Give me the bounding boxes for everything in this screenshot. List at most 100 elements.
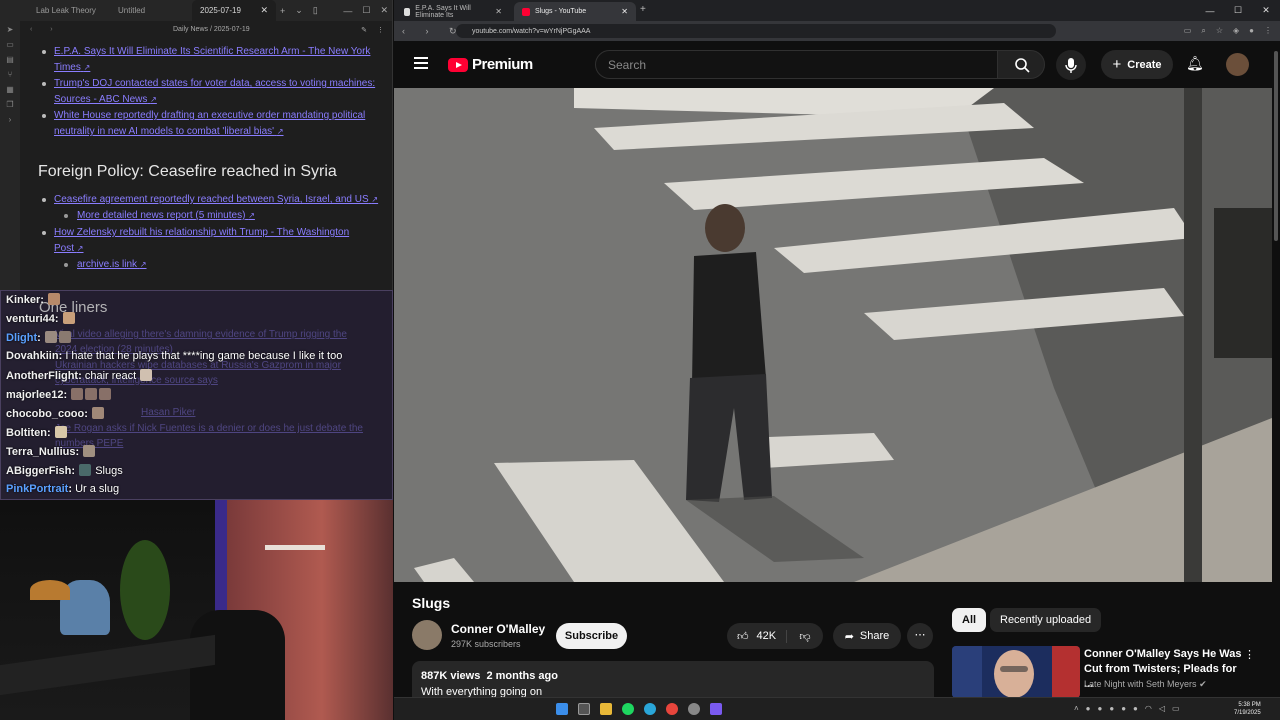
battery-icon[interactable]: ▭ [1172, 704, 1180, 713]
browser-tab-youtube[interactable]: Slugs - YouTube ✕ [514, 2, 636, 21]
notifications-bell-icon[interactable]: 🔔︎ [1186, 55, 1204, 72]
address-bar[interactable]: youtube.com/watch?v=wYrNjPGgAAA [456, 24, 1056, 38]
link-epa[interactable]: E.P.A. Says It Will Eliminate Its Scient… [54, 44, 384, 60]
note-header: ‹ › Daily News / 2025-07-19 ✎ ⋮ [20, 21, 392, 38]
tray-app-icon[interactable]: ● [1098, 704, 1103, 713]
close-window-icon[interactable]: ✕ [380, 5, 388, 16]
chat-message: majorlee12: [6, 388, 112, 401]
related-video-channel[interactable]: Late Night with Seth Meyers ✔ [1084, 679, 1207, 690]
more-actions-button[interactable]: ⋯ [907, 623, 933, 649]
link-doj[interactable]: Trump's DOJ contacted states for voter d… [54, 76, 384, 92]
profile-icon[interactable]: ● [1249, 26, 1254, 36]
chrome-icon[interactable] [666, 703, 678, 715]
zoom-icon[interactable]: ⌕ [1201, 26, 1205, 36]
new-tab-icon[interactable]: + [640, 4, 646, 15]
extensions-icon[interactable]: ◈ [1233, 26, 1239, 36]
tab-controls: + ⌄ ▯ [280, 0, 318, 21]
start-icon[interactable] [556, 703, 568, 715]
youtube-premium-logo[interactable]: Premium [448, 56, 533, 73]
menu-icon[interactable]: ⋮ [1264, 26, 1272, 36]
close-icon[interactable]: ✕ [621, 7, 628, 16]
copy-icon[interactable]: ❐ [6, 100, 13, 109]
sidebar-toggle-icon[interactable]: ▯ [313, 5, 318, 16]
extension-icons: ▭ ⌕ ☆ ◈ ● ⋮ [1184, 26, 1272, 36]
tab-2025-07-19[interactable]: 2025-07-19 ✕ [192, 0, 276, 21]
create-button[interactable]: + Create [1101, 50, 1173, 79]
channel-avatar[interactable] [412, 620, 442, 650]
like-button[interactable]: 👍︎ 42K [727, 629, 787, 643]
pages-icon[interactable]: ▤ [6, 55, 14, 64]
link-epa-cont[interactable]: Times ↗ [54, 60, 384, 76]
wifi-icon[interactable]: ◠ [1145, 704, 1152, 713]
link-doj-cont[interactable]: Sources - ABC News ↗ [54, 92, 384, 108]
file-icon[interactable]: ▭ [6, 40, 14, 49]
edit-icon[interactable]: ✎ [361, 26, 367, 34]
minimize-icon[interactable]: — [343, 6, 352, 16]
tab-label: Lab Leak Theory [36, 6, 96, 15]
chat-message: Dovahkiin: I hate that he plays that ***… [6, 350, 343, 362]
volume-icon[interactable]: ◁ [1159, 704, 1165, 713]
share-button[interactable]: ➦ Share [833, 623, 901, 649]
emote-icon [91, 407, 104, 419]
more-options-icon[interactable]: ⋮ [377, 26, 384, 34]
link-ceasefire[interactable]: Ceasefire agreement reportedly reached b… [54, 192, 384, 208]
task-view-icon[interactable] [578, 703, 590, 715]
bg-link-hasan[interactable]: Hasan Piker [141, 407, 195, 418]
link-archive[interactable]: archive.is link ↗ [77, 257, 377, 273]
microphone-icon[interactable] [1056, 50, 1086, 80]
file-explorer-icon[interactable] [600, 703, 612, 715]
bg-link-viral-video[interactable]: Viral video alleging there's damning evi… [55, 329, 347, 340]
graph-icon[interactable]: ⑂ [8, 70, 13, 79]
maximize-icon[interactable]: ☐ [1224, 5, 1252, 16]
bg-link-rogan[interactable]: Joe Rogan asks if Nick Fuentes is a deni… [55, 423, 363, 434]
tray-app-icon[interactable]: ● [1133, 704, 1138, 713]
tray-app-icon[interactable]: ● [1109, 704, 1114, 713]
close-icon[interactable]: ✕ [260, 5, 268, 16]
grid-icon[interactable]: ▦ [6, 85, 14, 94]
link-zelensky[interactable]: How Zelensky rebuilt his relationship wi… [54, 225, 384, 241]
page-scrollbar[interactable] [1272, 41, 1280, 720]
obsidian-icon[interactable] [710, 703, 722, 715]
video-player[interactable] [394, 88, 1272, 582]
nav-arrows-icon[interactable]: ‹ › [30, 26, 61, 33]
avatar[interactable] [1226, 53, 1249, 76]
clock[interactable]: 5:38 PM 7/19/2025 [1234, 701, 1261, 717]
bullet [42, 50, 46, 54]
minimize-icon[interactable]: — [1196, 6, 1224, 16]
terminal-icon[interactable]: › [9, 115, 12, 124]
dislike-button[interactable]: 👎︎ [787, 630, 823, 643]
tray-app-icon[interactable]: ● [1121, 704, 1126, 713]
chevron-up-icon[interactable]: ˄ [1074, 704, 1079, 713]
browser-tab-nyt[interactable]: E.P.A. Says It Will Eliminate Its ✕ [396, 2, 510, 21]
maximize-icon[interactable]: ☐ [362, 5, 370, 16]
edge-icon[interactable] [644, 703, 656, 715]
cast-icon[interactable]: ▭ [1184, 26, 1192, 36]
close-icon[interactable]: ✕ [495, 7, 502, 16]
close-window-icon[interactable]: ✕ [1252, 5, 1280, 16]
link-white-house-cont[interactable]: neutrality in new AI models to combat 'l… [54, 124, 384, 140]
related-video-thumbnail[interactable] [952, 646, 1080, 698]
hamburger-menu-icon[interactable] [414, 57, 428, 72]
search-button[interactable] [997, 50, 1045, 79]
search-input[interactable]: Search [595, 50, 998, 79]
tab-untitled[interactable]: Untitled [110, 0, 190, 21]
subscribe-button[interactable]: Subscribe [556, 623, 627, 649]
obs-icon[interactable] [688, 703, 700, 715]
link-zelensky-cont[interactable]: Post ↗ [54, 241, 384, 257]
send-icon[interactable]: ➤ [7, 25, 14, 34]
chip-all[interactable]: All [952, 608, 987, 632]
chat-message: ABiggerFish: Slugs [6, 464, 123, 477]
bullet [42, 198, 46, 202]
link-white-house[interactable]: White House reportedly drafting an execu… [54, 108, 384, 124]
channel-name[interactable]: Conner O'Malley [451, 622, 545, 636]
chevron-down-icon[interactable]: ⌄ [295, 5, 303, 16]
new-tab-icon[interactable]: + [280, 6, 285, 16]
spotify-icon[interactable] [622, 703, 634, 715]
chip-recently-uploaded[interactable]: Recently uploaded [990, 608, 1102, 632]
emote-icon [71, 388, 84, 400]
tray-app-icon[interactable]: ● [1086, 704, 1091, 713]
tab-lab-leak-theory[interactable]: Lab Leak Theory [28, 0, 112, 21]
bookmark-star-icon[interactable]: ☆ [1216, 26, 1223, 36]
related-more-icon[interactable]: ⋮ [1244, 648, 1255, 661]
link-detailed-report[interactable]: More detailed news report (5 minutes) ↗ [77, 208, 377, 224]
